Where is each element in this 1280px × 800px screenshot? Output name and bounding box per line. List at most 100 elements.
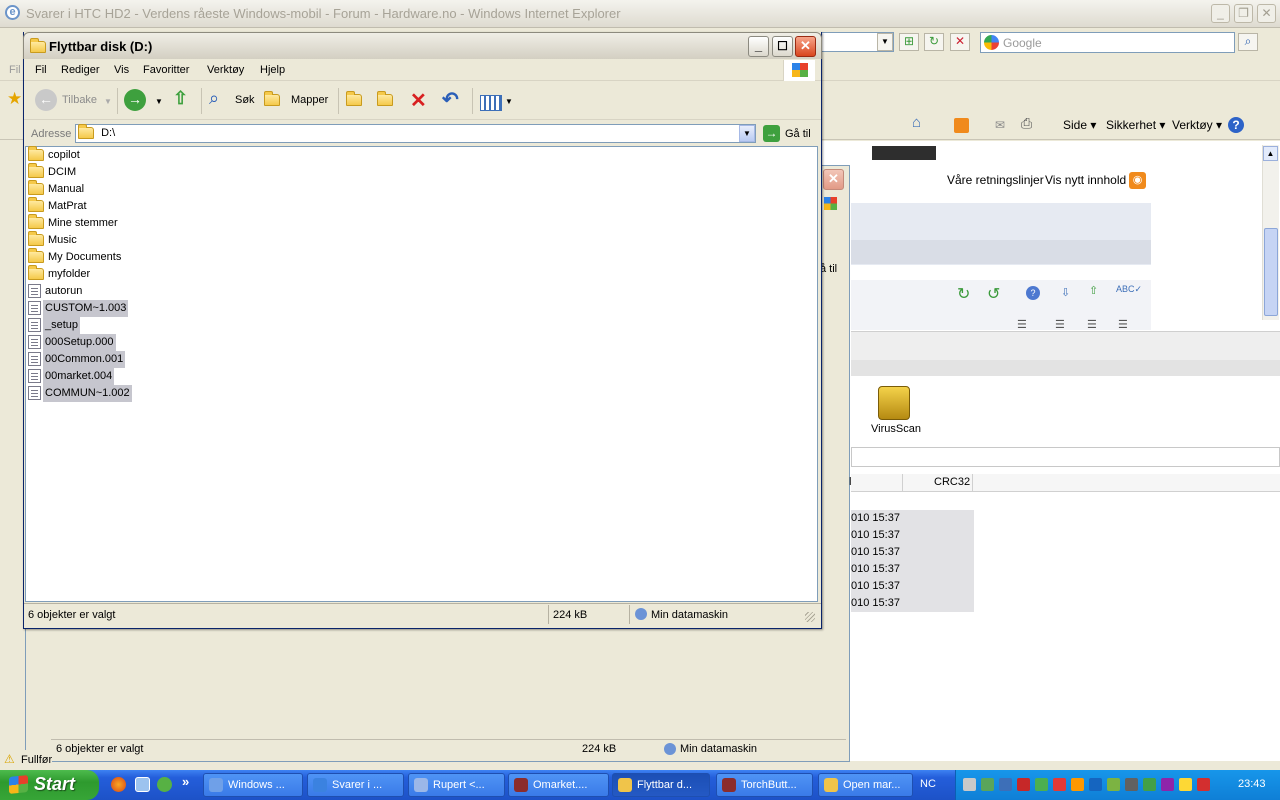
file-row[interactable]: copilot	[28, 146, 82, 164]
tray-icon[interactable]	[1089, 778, 1102, 791]
file-row[interactable]: 000Setup.000	[28, 334, 116, 351]
tray-icon[interactable]	[963, 778, 976, 791]
ie-maximize-button[interactable]: ❐	[1234, 4, 1253, 23]
date-cell[interactable]: 010 15:37	[851, 578, 974, 595]
modified-header[interactable]: l	[849, 476, 851, 488]
spellcheck-icon[interactable]: ABC✓	[1116, 284, 1142, 295]
up-folder-icon[interactable]: ⇧	[173, 88, 188, 109]
print-icon[interactable]: ⎙	[1021, 115, 1032, 132]
scroll-thumb[interactable]	[1264, 228, 1278, 316]
file-row[interactable]: 00Common.001	[28, 351, 126, 368]
align-center-icon[interactable]: ☰	[1087, 318, 1097, 331]
forward-dropdown[interactable]: ▼	[155, 97, 163, 106]
copy-to-icon[interactable]	[377, 91, 393, 107]
back-button-label[interactable]: Tilbake	[62, 94, 97, 106]
views-icon[interactable]	[480, 95, 502, 111]
taskbar-task-button[interactable]: Windows ...	[203, 773, 303, 797]
clock[interactable]: 23:43	[1238, 778, 1266, 790]
taskbar-task-button[interactable]: Flyttbar d...	[612, 773, 710, 797]
file-row[interactable]: autorun	[28, 283, 84, 300]
tray-icon[interactable]	[1143, 778, 1156, 791]
forum-guidelines-link[interactable]: Våre retningslinjer	[947, 173, 1044, 187]
ie-stop-icon[interactable]: ✕	[950, 33, 970, 51]
mail-icon[interactable]: ✉	[995, 118, 1005, 132]
ie-minimize-button[interactable]: _	[1211, 4, 1230, 23]
file-row[interactable]: My Documents	[28, 248, 123, 266]
security-menu[interactable]: Sikkerhet ▾	[1106, 118, 1165, 132]
home-icon[interactable]: ⌂	[912, 114, 921, 131]
tray-icon[interactable]	[1053, 778, 1066, 791]
tray-icon[interactable]	[1071, 778, 1084, 791]
explorer-titlebar[interactable]: Flyttbar disk (D:)	[23, 32, 822, 59]
file-row[interactable]: 00market.004	[28, 368, 115, 385]
taskbar-task-button[interactable]: Open mar...	[818, 773, 913, 797]
editor-help-icon[interactable]: ?	[1026, 286, 1040, 300]
goto-button[interactable]: → Gå til	[763, 124, 813, 143]
new-content-link[interactable]: Vis nytt innhold	[1045, 173, 1126, 187]
ie-close-button[interactable]: ✕	[1257, 4, 1276, 23]
back-arrow-icon[interactable]: ←	[35, 89, 57, 111]
forward-arrow-icon[interactable]: →	[124, 89, 146, 111]
feeds-icon[interactable]	[954, 118, 969, 133]
tray-icon[interactable]	[1107, 778, 1120, 791]
taskbar-task-button[interactable]: Omarket....	[508, 773, 609, 797]
list-icon[interactable]: ☰	[1017, 318, 1027, 331]
ie-search-input[interactable]: Google	[980, 32, 1235, 53]
menu-fil[interactable]: Fil	[35, 64, 47, 76]
language-indicator[interactable]: NC	[920, 778, 936, 790]
help-icon[interactable]: ?	[1228, 117, 1244, 133]
download-icon[interactable]: ⇩	[1061, 286, 1070, 299]
file-row[interactable]: CUSTOM~1.003	[28, 300, 129, 317]
messenger-icon[interactable]	[157, 777, 172, 792]
winrar-path-field[interactable]	[851, 447, 1280, 467]
menu-verktoy[interactable]: Verktøy	[207, 64, 244, 76]
file-row[interactable]: Mine stemmer	[28, 214, 120, 232]
firefox-icon[interactable]	[111, 777, 126, 792]
file-row[interactable]: myfolder	[28, 265, 92, 283]
file-row[interactable]: _setup	[28, 317, 81, 334]
back-goto-fragment[interactable]: å til	[820, 263, 837, 275]
search-icon[interactable]: ⌕	[209, 88, 219, 109]
tray-icon[interactable]	[1125, 778, 1138, 791]
favorites-star-icon[interactable]: ★	[7, 89, 22, 109]
taskbar-task-button[interactable]: TorchButt...	[716, 773, 813, 797]
folders-button-label[interactable]: Mapper	[291, 94, 328, 106]
file-row[interactable]: DCIM	[28, 163, 78, 181]
date-cell[interactable]: 010 15:37	[851, 544, 974, 561]
menu-favoritter[interactable]: Favoritter	[143, 64, 189, 76]
undo-icon[interactable]: ↺	[987, 284, 1000, 304]
virusscan-icon[interactable]	[878, 386, 910, 420]
file-row[interactable]: Music	[28, 231, 79, 249]
undo-icon[interactable]: ↶	[442, 87, 459, 112]
scroll-up-button[interactable]: ▲	[1263, 146, 1278, 161]
ie-titlebar[interactable]: e Svarer i HTC HD2 - Verdens råeste Wind…	[0, 0, 1280, 28]
ie-refresh-icon[interactable]: ↻	[924, 33, 944, 51]
delete-icon[interactable]: ✕	[410, 88, 427, 113]
date-cell[interactable]: 010 15:37	[851, 595, 974, 612]
address-input[interactable]: D:\	[75, 124, 756, 143]
rss-icon[interactable]: ◉	[1129, 172, 1146, 189]
file-row[interactable]: COMMUN~1.002	[28, 385, 132, 402]
menu-vis[interactable]: Vis	[114, 64, 129, 76]
upload-icon[interactable]: ⇧	[1089, 284, 1098, 297]
tray-icon[interactable]	[1161, 778, 1174, 791]
crc32-header[interactable]: CRC32	[934, 476, 970, 488]
tray-icon[interactable]	[1197, 778, 1210, 791]
virusscan-label[interactable]: VirusScan	[871, 423, 921, 435]
minimize-button[interactable]: _	[748, 36, 769, 57]
address-dropdown-button[interactable]: ▼	[739, 125, 755, 142]
taskbar-task-button[interactable]: Rupert <...	[408, 773, 505, 797]
menu-hjelp[interactable]: Hjelp	[260, 64, 285, 76]
date-cell[interactable]: 010 15:37	[851, 561, 974, 578]
date-cell[interactable]: 010 15:37	[851, 510, 974, 527]
folders-icon[interactable]	[264, 91, 280, 107]
move-to-icon[interactable]	[346, 91, 362, 107]
tools-menu[interactable]: Verktøy ▾	[1172, 118, 1222, 132]
back-dropdown[interactable]: ▼	[104, 97, 112, 106]
file-row[interactable]: Manual	[28, 180, 86, 198]
date-cell[interactable]: 010 15:37	[851, 527, 974, 544]
tray-icon[interactable]	[1179, 778, 1192, 791]
page-menu[interactable]: Side ▾	[1063, 118, 1096, 132]
taskbar-task-button[interactable]: Svarer i ...	[307, 773, 404, 797]
ie-menu-fil[interactable]: Fil	[9, 64, 21, 76]
